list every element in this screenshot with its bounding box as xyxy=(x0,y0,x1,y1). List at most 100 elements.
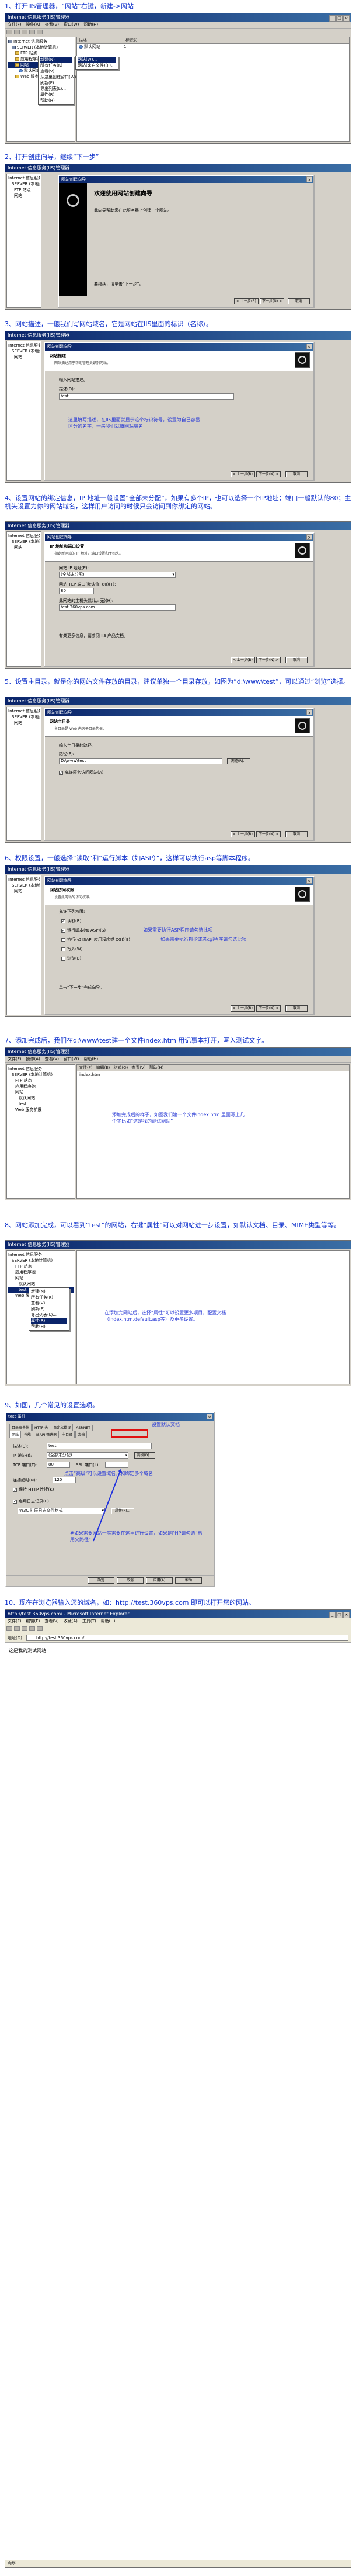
next-button[interactable]: 下一步(N) > xyxy=(256,471,281,477)
up-icon[interactable] xyxy=(22,30,27,34)
ok-button[interactable]: 确定 xyxy=(88,1577,114,1584)
tcp-port-input[interactable]: 80 xyxy=(47,1462,70,1468)
cancel-button[interactable]: 取消 xyxy=(285,831,308,837)
port-input[interactable]: 80 xyxy=(59,588,94,594)
minimize-button[interactable]: _ xyxy=(329,1612,336,1618)
maximize-button[interactable]: □ xyxy=(336,15,343,22)
perm-write-checkbox[interactable]: 写入(W) xyxy=(61,946,82,952)
ctx-alltasks[interactable]: 所有任务(K) xyxy=(40,63,72,68)
next-button[interactable]: 下一步(N) > xyxy=(256,831,281,837)
back-button[interactable]: < 上一步(B) xyxy=(231,831,255,837)
advanced-button[interactable]: 高级(D)... xyxy=(134,1452,155,1459)
anon-checkbox[interactable]: ✓ 允许匿名访问网站(A) xyxy=(59,770,103,775)
back-icon[interactable] xyxy=(6,1626,12,1631)
list-row[interactable]: 默认网站 1 xyxy=(77,44,349,50)
ctx-properties[interactable]: 属性(R) xyxy=(31,1318,67,1324)
annotation-parent-path: #如果需要网站一般需要在这里进行设置，如果是PHP请勾选“启用父路径” xyxy=(70,1531,203,1542)
forward-icon[interactable] xyxy=(14,1626,20,1631)
forward-icon[interactable] xyxy=(14,30,20,34)
back-button[interactable]: < 上一步(B) xyxy=(231,657,255,663)
tab-http-headers[interactable]: HTTP 头 xyxy=(32,1424,51,1431)
tree-server[interactable]: SERVER (本地计算机) xyxy=(8,44,74,50)
description-input[interactable]: test xyxy=(59,393,234,400)
cancel-button[interactable]: 取消 xyxy=(117,1577,144,1584)
cancel-button[interactable]: 取消 xyxy=(285,1005,308,1012)
close-icon[interactable]: × xyxy=(306,878,312,884)
host-header-input[interactable]: test.360vps.com xyxy=(59,604,176,611)
tab-documents[interactable]: 文档 xyxy=(75,1431,88,1438)
submenu-website[interactable]: 网站(W)... xyxy=(78,57,116,63)
apply-button[interactable]: 应用(A) xyxy=(146,1577,173,1584)
menu-action[interactable]: 操作(A) xyxy=(26,22,40,27)
browse-button[interactable]: 浏览(R)... xyxy=(227,758,250,764)
tab-performance[interactable]: 性能 xyxy=(22,1431,34,1438)
ctx-view[interactable]: 查看(V) xyxy=(40,68,72,74)
log-properties-button[interactable]: 属性(P)... xyxy=(111,1508,134,1514)
window-titlebar: Internet 信息服务(IIS)管理器 xyxy=(5,1048,351,1056)
refresh-icon[interactable] xyxy=(29,1626,35,1631)
back-icon[interactable] xyxy=(6,30,12,34)
next-button[interactable]: 下一步(N) > xyxy=(260,298,284,304)
logging-checkbox[interactable]: ✓ 启用日志记录(E) xyxy=(13,1498,49,1504)
keepalive-checkbox[interactable]: ✓ 保持 HTTP 连接(K) xyxy=(13,1487,54,1493)
close-icon[interactable]: × xyxy=(306,176,312,182)
cancel-button[interactable]: 取消 xyxy=(285,471,308,477)
path-input[interactable]: D:\www\test xyxy=(59,758,222,764)
close-icon[interactable]: × xyxy=(207,1414,212,1419)
perm-read-checkbox[interactable]: ✓ 读取(R) xyxy=(61,918,81,924)
close-icon[interactable]: × xyxy=(306,534,312,540)
close-icon[interactable]: × xyxy=(306,344,312,349)
submenu-from-file[interactable]: 网站(来自文件)(F)... xyxy=(78,63,116,68)
next-button[interactable]: 下一步(N) > xyxy=(256,1005,281,1012)
back-button[interactable]: < 上一步(B) xyxy=(231,471,255,477)
close-button[interactable]: × xyxy=(343,15,350,22)
tab-dirsec[interactable]: 目录安全性 xyxy=(9,1424,32,1431)
ctx-new[interactable]: 新建(N) xyxy=(40,57,72,63)
browser-window: http://test.360vps.com/ - Microsoft Inte… xyxy=(5,1609,351,2568)
menu-file[interactable]: 文件(F) xyxy=(8,22,22,27)
timeout-input[interactable]: 120 xyxy=(53,1477,76,1483)
minimize-button[interactable]: _ xyxy=(329,15,336,22)
close-icon[interactable]: × xyxy=(306,709,312,715)
cancel-button[interactable]: 取消 xyxy=(285,657,308,663)
help-button[interactable]: 帮助 xyxy=(175,1577,202,1584)
perm-script-checkbox[interactable]: ✓ 运行脚本(如 ASP)(S) xyxy=(61,927,106,933)
window-titlebar: Internet 信息服务(IIS)管理器 xyxy=(5,697,351,705)
back-button[interactable]: < 上一步(B) xyxy=(234,298,259,304)
refresh-icon[interactable] xyxy=(29,30,35,34)
tabs-row-2: 网站 性能 ISAPI 筛选器 主目录 文档 xyxy=(9,1431,88,1438)
menu-view[interactable]: 查看(V) xyxy=(45,22,59,27)
next-button[interactable]: 下一步(N) > xyxy=(256,657,281,663)
ip-select[interactable]: (全部未分配) ▾ xyxy=(47,1452,128,1459)
tab-custom-errors[interactable]: 自定义错误 xyxy=(51,1424,74,1431)
ctx-properties[interactable]: 属性(R) xyxy=(40,92,72,98)
perm-execute-checkbox[interactable]: 执行(如 ISAPI 应用程序或 CGI)(E) xyxy=(61,937,130,943)
tab-aspnet[interactable]: ASP.NET xyxy=(74,1425,93,1431)
menu-help[interactable]: 帮助(H) xyxy=(83,22,98,27)
wizard-titlebar: 网站创建向导 × xyxy=(45,534,313,541)
ctx-help[interactable]: 帮助(H) xyxy=(40,98,72,103)
tree-root[interactable]: Internet 信息服务 xyxy=(8,39,74,44)
home-icon[interactable] xyxy=(37,1626,43,1631)
menu-window[interactable]: 窗口(W) xyxy=(64,22,79,27)
back-button[interactable]: < 上一步(B) xyxy=(231,1005,255,1012)
site-description-input[interactable]: test xyxy=(47,1443,152,1449)
tab-home-dir[interactable]: 主目录 xyxy=(60,1431,75,1438)
perm-browse-checkbox[interactable]: 浏览(B) xyxy=(61,955,81,961)
tab-website[interactable]: 网站 xyxy=(9,1431,22,1438)
stop-icon[interactable] xyxy=(22,1626,27,1631)
cancel-button[interactable]: 取消 xyxy=(288,298,310,304)
ctx-refresh[interactable]: 刷新(F) xyxy=(40,80,72,86)
wizard-welcome-body: 此向导帮助您在此服务器上创建一个网站。 xyxy=(94,208,172,213)
address-input[interactable]: http://test.360vps.com/ xyxy=(26,1635,348,1641)
ip-select[interactable]: (全部未分配) ▾ xyxy=(59,572,176,578)
notepad-text[interactable]: index.htm xyxy=(77,1071,349,1078)
log-format-select[interactable]: W3C 扩展日志文件格式 ▾ xyxy=(18,1508,105,1514)
ctx-newwindow[interactable]: 从这里创建窗口(W) xyxy=(40,74,76,80)
help-icon[interactable] xyxy=(37,30,43,34)
ctx-export[interactable]: 导出列表(L)... xyxy=(40,86,72,92)
maximize-button[interactable]: □ xyxy=(336,1612,343,1618)
tab-isapi[interactable]: ISAPI 筛选器 xyxy=(34,1431,60,1438)
close-button[interactable]: × xyxy=(343,1612,350,1618)
ssl-port-input[interactable] xyxy=(105,1462,128,1468)
